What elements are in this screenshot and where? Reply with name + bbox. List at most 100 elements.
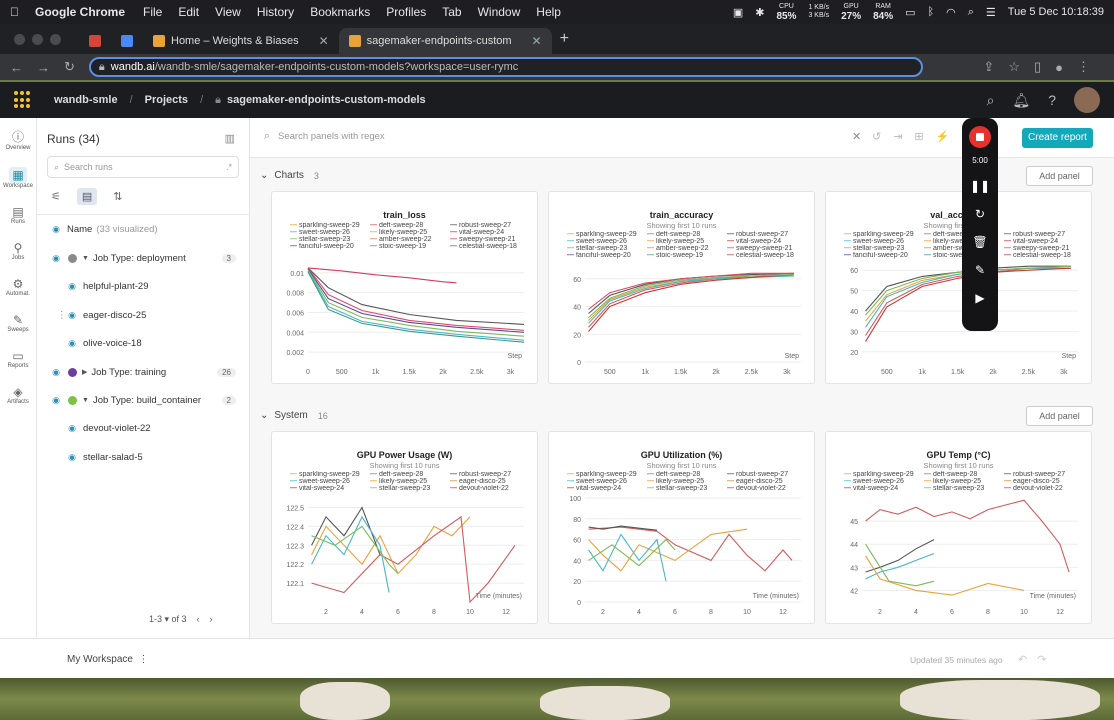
new-tab-button[interactable]: + — [560, 30, 569, 48]
filter-icon[interactable]: ⚟ — [51, 190, 61, 203]
eye-icon[interactable]: ◉ — [65, 310, 79, 321]
avatar[interactable] — [1074, 87, 1100, 113]
regex-icon[interactable]: .* — [226, 162, 232, 172]
menu-history[interactable]: History — [257, 5, 294, 19]
panel-gpu-power[interactable]: GPU Power Usage (W) Showing first 10 run… — [271, 431, 538, 624]
chart-plot[interactable]: 60 40 20 0 500 1k 1.5k 2k 2.5k 3k Step — [549, 192, 816, 385]
panel-search-input[interactable]: Search panels with regex — [278, 131, 385, 142]
zoom-window-button[interactable] — [50, 33, 61, 45]
chevron-right-icon[interactable]: › — [210, 614, 213, 625]
table-view-icon[interactable]: ▥ — [225, 132, 235, 145]
series-line[interactable] — [865, 555, 1025, 596]
run-name[interactable]: devout-violet-22 — [83, 423, 151, 434]
nav-artifacts[interactable]: ◈ Artifacts — [7, 385, 29, 405]
profile-icon[interactable]: ● — [1055, 60, 1063, 75]
search-icon[interactable]: ⌕ — [987, 92, 995, 109]
panel-gpu-utilization[interactable]: GPU Utilization (%) Showing first 10 run… — [548, 431, 815, 624]
run-row[interactable]: ◉ helpful-plant-29 — [37, 275, 250, 297]
run-name[interactable]: helpful-plant-29 — [83, 281, 149, 292]
share-icon[interactable]: ⇪ — [983, 59, 994, 75]
chart-plot[interactable]: 60 50 40 30 20 500 1k 1.5k 2k 2.5k 3k Step — [826, 192, 1093, 385]
chart-plot[interactable]: 100 80 60 40 20 0 2 4 6 8 10 12 Time (minutes) — [549, 432, 816, 625]
panel-train-loss[interactable]: train_loss — sparkling-sweep-29— deft-sw… — [271, 191, 538, 384]
close-icon[interactable]: ✕ — [319, 34, 329, 48]
chevron-down-icon[interactable]: ⌄ — [260, 410, 268, 421]
search-icon[interactable]: ⌕ — [968, 6, 974, 19]
nav-workspace[interactable]: ▦ Workspace — [3, 167, 33, 189]
eye-icon[interactable]: ◉ — [49, 224, 63, 235]
eye-icon[interactable]: ◉ — [49, 395, 63, 406]
eye-icon[interactable]: ◉ — [49, 253, 63, 264]
nav-sweeps[interactable]: ✎ Sweeps — [7, 313, 28, 333]
group-row-training[interactable]: ◉ ▶ Job Type: training 26 — [37, 361, 250, 383]
chevron-right-icon[interactable]: ▶ — [82, 368, 87, 376]
eye-icon[interactable]: ◉ — [65, 338, 79, 349]
run-row[interactable]: ◉ devout-violet-22 — [37, 417, 250, 439]
chevron-down-icon[interactable]: ▼ — [82, 255, 89, 262]
chart-plot[interactable]: 454443422 4 6 8 10 12Time (minutes) — [826, 432, 1093, 625]
series-line[interactable] — [588, 533, 667, 582]
workspace-selector[interactable]: My Workspace ⋮ — [67, 654, 149, 665]
minimize-window-button[interactable] — [32, 33, 43, 45]
series-line[interactable] — [307, 267, 525, 325]
chart-plot[interactable]: 0.01 0.008 0.006 0.004 0.002 0 500 1k 1.5k 2k 2.5k… — [272, 192, 539, 385]
nav-automations[interactable]: ⚙ Automat. — [6, 277, 30, 297]
bookmark-star-icon[interactable]: ☆ — [1008, 59, 1020, 75]
battery-icon[interactable]: ▭ — [905, 6, 915, 19]
series-line[interactable] — [588, 525, 658, 531]
run-name[interactable]: olive-voice-18 — [83, 338, 142, 349]
breadcrumb-entity[interactable]: wandb-smle — [54, 94, 118, 106]
wandb-logo[interactable] — [14, 91, 32, 109]
panel-train-accuracy[interactable]: train_accuracy Showing first 10 runs — s… — [548, 191, 815, 384]
stop-recording-button[interactable] — [969, 126, 991, 148]
chevron-down-icon[interactable]: ⌄ — [260, 170, 268, 181]
app-name[interactable]: Google Chrome — [35, 5, 125, 19]
help-icon[interactable]: ? — [1048, 92, 1056, 108]
group-color-dot[interactable] — [68, 253, 77, 263]
close-icon[interactable]: ✕ — [532, 34, 542, 48]
breadcrumb-project[interactable]: sagemaker-endpoints-custom-models — [227, 94, 426, 106]
panel-val-accuracy[interactable]: val_accuracy Showing first 10 runs — spa… — [825, 191, 1092, 384]
series-line[interactable] — [307, 267, 457, 284]
chart-plot[interactable]: 122.5 122.4 122.3 122.2 122.1 2 4 6 8 10 12 Time (m… — [272, 432, 539, 625]
menu-file[interactable]: File — [143, 5, 162, 19]
nav-jobs[interactable]: ⚲ Jobs — [12, 241, 25, 261]
sort-icon[interactable]: ⇅ — [113, 190, 122, 203]
group-row-build-container[interactable]: ◉ ▼ Job Type: build_container 2 — [37, 389, 250, 411]
group-color-dot[interactable] — [68, 395, 77, 405]
series-line[interactable] — [311, 515, 516, 604]
series-line[interactable] — [588, 274, 794, 332]
menu-bookmarks[interactable]: Bookmarks — [310, 5, 370, 19]
run-row[interactable]: ◉ stellar-salad-5 — [37, 446, 250, 468]
menu-profiles[interactable]: Profiles — [386, 5, 426, 19]
run-row[interactable]: ⋮ ◉ eager-disco-25 — [37, 304, 250, 326]
series-line[interactable] — [865, 552, 935, 580]
charts-section-header[interactable]: ⌄ Charts 3 — [260, 170, 319, 181]
menu-edit[interactable]: Edit — [178, 5, 199, 19]
create-report-button[interactable]: Create report — [1022, 128, 1093, 148]
screen-record-icon[interactable]: ▣ — [733, 6, 743, 19]
camera-icon[interactable]: ▶ — [975, 291, 984, 305]
gear-icon[interactable]: ✱ — [755, 6, 764, 19]
group-color-dot[interactable] — [68, 367, 77, 377]
url-field[interactable]: 🔒︎ wandb.ai /wandb-smle/sagemaker-endpoi… — [88, 57, 924, 77]
add-panel-button[interactable]: Add panel — [1026, 166, 1093, 186]
eye-icon[interactable]: ◉ — [49, 367, 63, 378]
bell-icon[interactable]: 🔔︎ — [1012, 92, 1030, 109]
nav-runs[interactable]: ▤ Runs — [11, 205, 25, 225]
page-indicator[interactable]: 1-3 ▾ of 3 — [149, 614, 187, 625]
series-line[interactable] — [307, 271, 525, 343]
close-window-button[interactable] — [14, 33, 25, 45]
menu-tab[interactable]: Tab — [442, 5, 461, 19]
runs-search-input[interactable]: ⌕ Search runs .* — [47, 156, 239, 178]
series-line[interactable] — [311, 525, 399, 574]
add-panel-button[interactable]: Add panel — [1026, 406, 1093, 426]
series-line[interactable] — [311, 515, 390, 593]
eye-icon[interactable]: ◉ — [65, 423, 79, 434]
series-line[interactable] — [865, 543, 935, 587]
clock[interactable]: Tue 5 Dec 10:18:39 — [1008, 6, 1104, 18]
apple-icon[interactable]:  — [10, 5, 19, 19]
eye-icon[interactable]: ◉ — [65, 452, 79, 463]
menu-window[interactable]: Window — [478, 5, 521, 19]
wifi-icon[interactable]: ◠ — [946, 6, 956, 19]
